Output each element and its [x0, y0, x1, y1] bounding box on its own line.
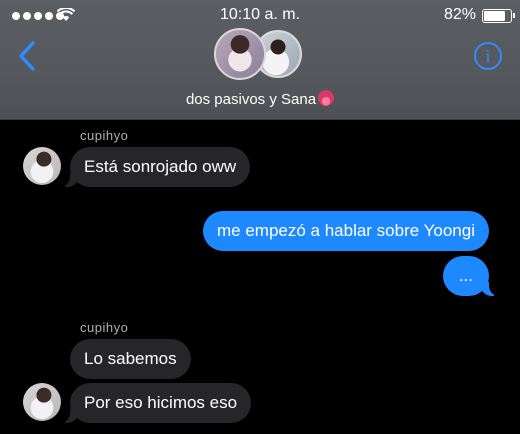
conversation-title[interactable]: dos pasivos y Sana [0, 90, 520, 108]
conversation-title-text: dos pasivos y Sana [185, 91, 317, 108]
message-bubble-outgoing[interactable]: ... [442, 256, 500, 296]
battery-percent: 82% [443, 6, 476, 23]
message-text: Está sonrojado oww [84, 157, 237, 176]
avatar [23, 147, 61, 185]
message-bubble-incoming[interactable]: Lo sabemos [70, 339, 191, 379]
status-time: 10:10 a. m. [219, 6, 301, 23]
message-bubble-incoming[interactable]: Por eso hicimos eso [59, 383, 252, 423]
message-text: Lo sabemos [84, 349, 177, 368]
battery-icon [482, 9, 515, 23]
avatar [214, 28, 266, 80]
message-text: me empezó a hablar sobre Yoongi [216, 221, 475, 240]
sender-name: cupihyo [80, 128, 129, 143]
message-bubble-outgoing[interactable]: me empezó a hablar sobre Yoongi [202, 211, 489, 251]
group-avatars[interactable] [214, 28, 306, 82]
chevron-left-icon[interactable] [16, 40, 38, 72]
message-text: ... [458, 266, 473, 285]
info-circle-icon[interactable]: i [474, 42, 502, 70]
sender-name: cupihyo [80, 320, 129, 335]
message-bubble-incoming[interactable]: Está sonrojado oww [59, 147, 251, 187]
emoji-icon [318, 90, 335, 106]
message-text: Por eso hicimos eso [84, 393, 238, 412]
conversation-header: 10:10 a. m. 82% dos pasivos y Sana i [0, 0, 520, 120]
avatar [23, 383, 61, 421]
